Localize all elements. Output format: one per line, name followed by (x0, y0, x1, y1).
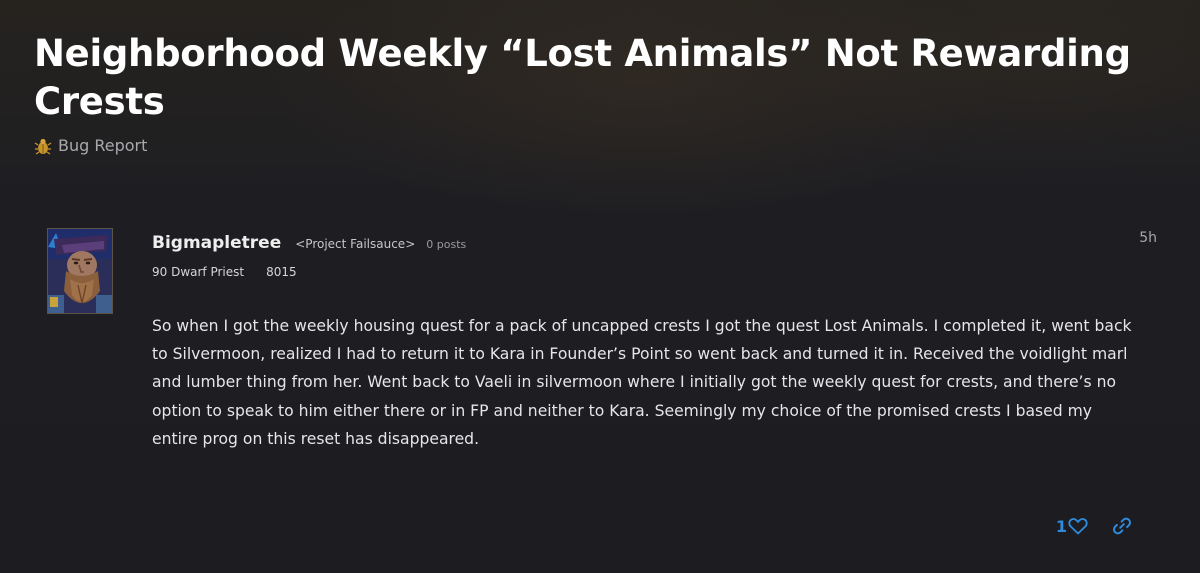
username[interactable]: Bigmapletree (152, 233, 281, 253)
post-actions: 1 (1056, 516, 1132, 536)
bug-icon (34, 138, 52, 155)
avatar[interactable] (47, 228, 113, 314)
post-date[interactable]: 5h (1139, 230, 1157, 246)
link-icon (1112, 517, 1132, 535)
topic-header: Neighborhood Weekly “Lost Animals” Not R… (34, 30, 1154, 155)
dwarf-priest-portrait (48, 229, 112, 313)
category-link[interactable]: Bug Report (34, 136, 1154, 155)
topic-title: Neighborhood Weekly “Lost Animals” Not R… (34, 32, 1131, 123)
achievement-points: 8015 (266, 265, 297, 279)
character-level-class: 90 Dwarf Priest (152, 265, 245, 279)
post: Bigmapletree <Project Failsauce> 0 posts… (47, 228, 1157, 558)
category-label: Bug Report (58, 136, 148, 155)
share-link-button[interactable] (1112, 516, 1132, 536)
heart-icon (1068, 518, 1088, 535)
post-count: 0 posts (426, 238, 467, 251)
author-line: Bigmapletree <Project Failsauce> 0 posts (152, 233, 466, 253)
like-button[interactable]: 1 (1056, 517, 1088, 536)
guild-name: <Project Failsauce> (295, 237, 416, 251)
post-body: So when I got the weekly housing quest f… (152, 317, 1132, 448)
character-info: 90 Dwarf Priest 8015 (152, 265, 297, 279)
like-count: 1 (1055, 516, 1067, 536)
